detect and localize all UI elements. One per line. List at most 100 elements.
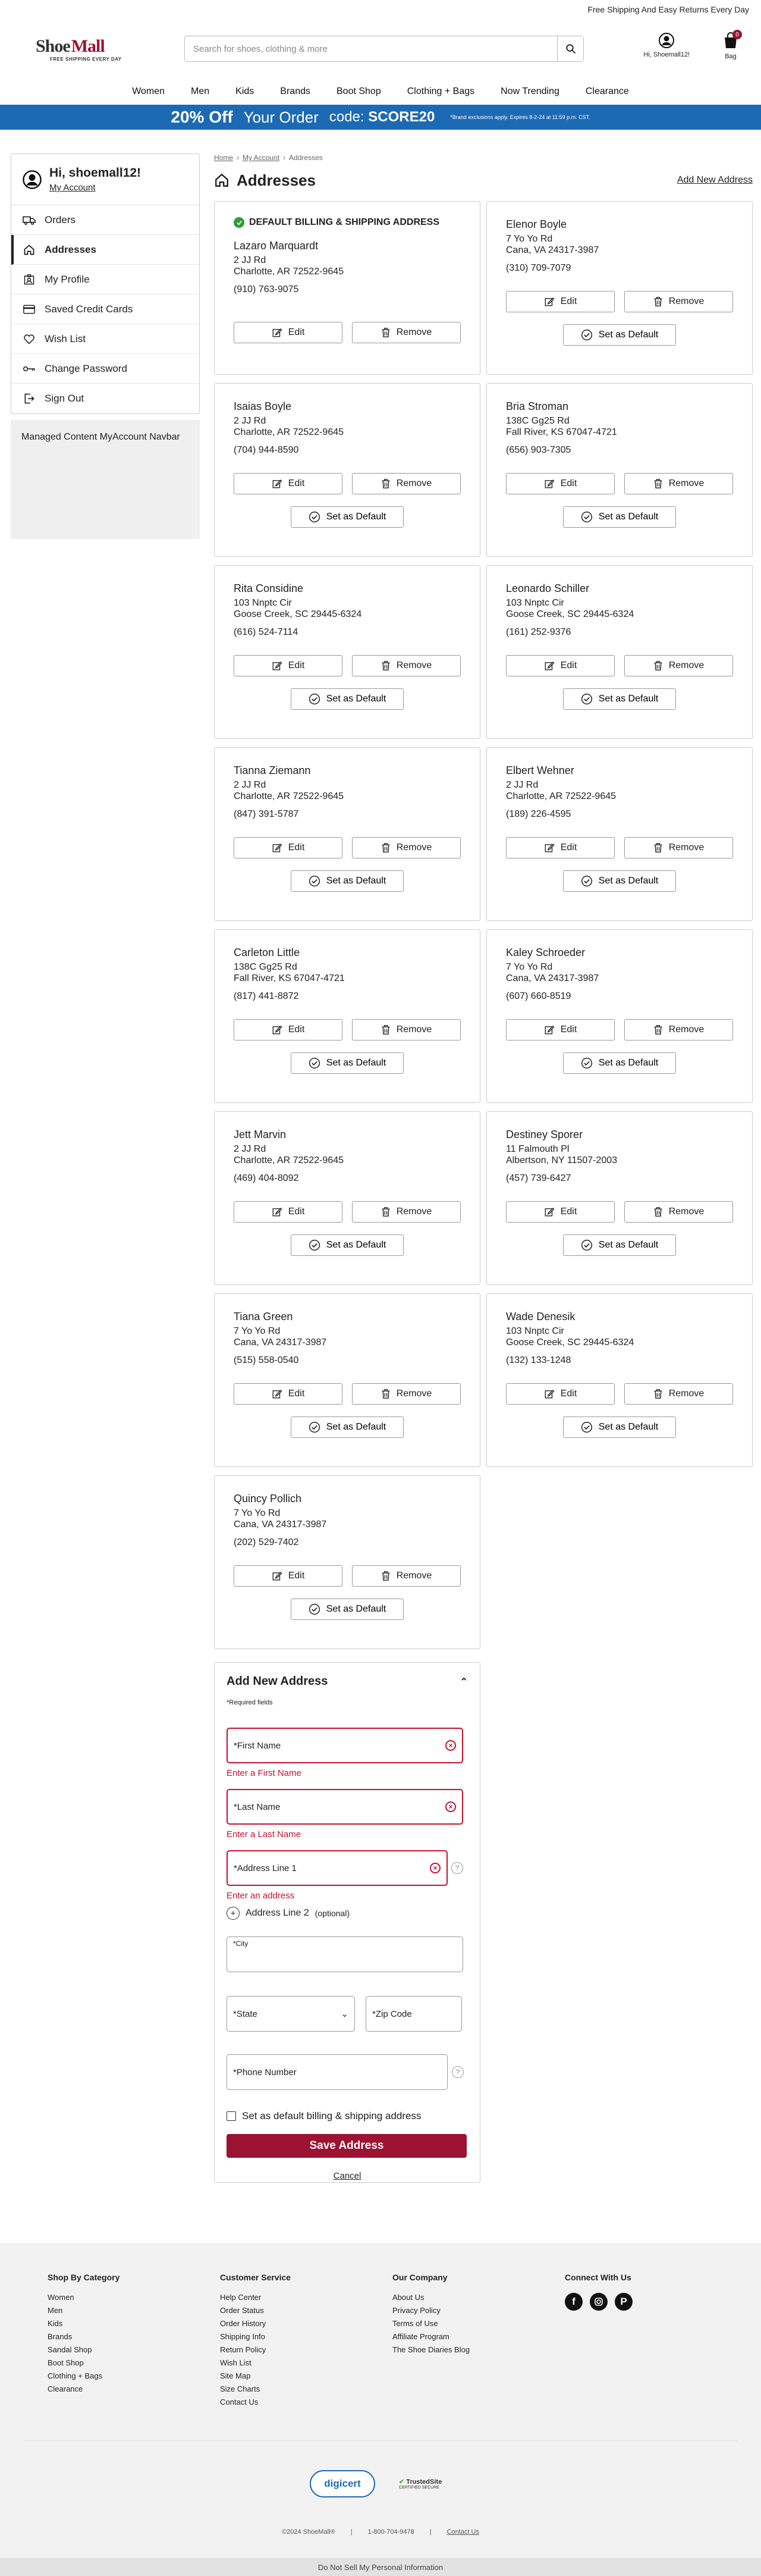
edit-button[interactable]: Edit — [234, 1201, 342, 1223]
digicert-badge[interactable]: digicert — [310, 2470, 375, 2497]
remove-button[interactable]: Remove — [352, 837, 461, 858]
sidebar-item-orders[interactable]: Orders — [11, 205, 199, 235]
footer-link-help-center[interactable]: Help Center — [220, 2293, 392, 2302]
breadcrumb-home[interactable]: Home — [214, 153, 233, 162]
nav-now-trending[interactable]: Now Trending — [488, 86, 573, 97]
set-as-default-button[interactable]: Set as Default — [291, 688, 404, 710]
footer-link-affiliate-program[interactable]: Affiliate Program — [392, 2332, 565, 2341]
edit-button[interactable]: Edit — [506, 1201, 615, 1223]
nav-women[interactable]: Women — [119, 86, 178, 97]
save-address-button[interactable]: Save Address — [227, 2134, 467, 2158]
edit-button[interactable]: Edit — [506, 837, 615, 858]
nav-kids[interactable]: Kids — [222, 86, 267, 97]
zip-field[interactable]: *Zip Code — [366, 1996, 462, 2032]
edit-button[interactable]: Edit — [506, 473, 615, 494]
remove-button[interactable]: Remove — [352, 1383, 461, 1405]
state-select[interactable]: *State ⌄ — [227, 1996, 355, 2032]
search-button[interactable] — [557, 36, 583, 61]
edit-button[interactable]: Edit — [506, 655, 615, 676]
sidebar-item-change-password[interactable]: Change Password — [11, 354, 199, 384]
set-as-default-button[interactable]: Set as Default — [291, 506, 404, 528]
default-address-checkbox[interactable]: Set as default billing & shipping addres… — [227, 2110, 468, 2122]
remove-button[interactable]: Remove — [352, 1201, 461, 1223]
footer-link-order-history[interactable]: Order History — [220, 2319, 392, 2328]
edit-button[interactable]: Edit — [234, 1565, 342, 1587]
footer-link-terms-of-use[interactable]: Terms of Use — [392, 2319, 565, 2328]
shopping-bag[interactable]: 0 Bag — [723, 30, 742, 60]
phone-field[interactable]: *Phone Number ? — [227, 2054, 464, 2090]
nav-clothing-bags[interactable]: Clothing + Bags — [394, 86, 488, 97]
cancel-link[interactable]: Cancel — [227, 2171, 468, 2181]
remove-button[interactable]: Remove — [352, 473, 461, 494]
account-menu[interactable]: Hi, Shoemall12! — [643, 32, 690, 58]
footer-link-brands[interactable]: Brands — [48, 2332, 220, 2341]
set-as-default-button[interactable]: Set as Default — [563, 688, 676, 710]
error-clear-icon[interactable]: × — [445, 1740, 456, 1751]
nav-boot-shop[interactable]: Boot Shop — [323, 86, 394, 97]
my-account-link[interactable]: My Account — [49, 183, 141, 193]
search-input[interactable] — [185, 36, 557, 61]
edit-button[interactable]: Edit — [234, 1019, 342, 1041]
edit-button[interactable]: Edit — [506, 1019, 615, 1041]
remove-button[interactable]: Remove — [624, 655, 733, 676]
footer-link-site-map[interactable]: Site Map — [220, 2371, 392, 2380]
edit-button[interactable]: Edit — [506, 1383, 615, 1405]
add-new-address-link[interactable]: Add New Address — [677, 175, 753, 186]
remove-button[interactable]: Remove — [624, 291, 733, 312]
contact-link[interactable]: Contact Us — [447, 2528, 479, 2536]
promo-banner[interactable]: 20% Off Your Order code: SCORE20 *Brand … — [0, 105, 761, 130]
error-clear-icon[interactable]: × — [445, 1801, 456, 1812]
trustedsite-badge[interactable]: ✔ TrustedSite CERTIFIED SECURE — [394, 2470, 451, 2497]
last-name-field[interactable]: *Last Name × — [227, 1789, 463, 1825]
nav-men[interactable]: Men — [178, 86, 222, 97]
footer-link-about-us[interactable]: About Us — [392, 2293, 565, 2302]
footer-link-kids[interactable]: Kids — [48, 2319, 220, 2328]
instagram-icon[interactable] — [590, 2293, 608, 2311]
edit-button[interactable]: Edit — [234, 655, 342, 676]
add-address-line2[interactable]: + Address Line 2 (optional) — [227, 1907, 468, 1920]
set-as-default-button[interactable]: Set as Default — [563, 506, 676, 528]
nav-brands[interactable]: Brands — [267, 86, 323, 97]
remove-button[interactable]: Remove — [352, 322, 461, 343]
footer-link-boot-shop[interactable]: Boot Shop — [48, 2358, 220, 2367]
address-line1-field[interactable]: *Address Line 1 × ? — [227, 1850, 463, 1886]
checkbox[interactable] — [227, 2111, 236, 2121]
footer-link-order-status[interactable]: Order Status — [220, 2306, 392, 2315]
footer-link-wish-list[interactable]: Wish List — [220, 2358, 392, 2367]
footer-link-women[interactable]: Women — [48, 2293, 220, 2302]
footer-link-privacy-policy[interactable]: Privacy Policy — [392, 2306, 565, 2315]
first-name-field[interactable]: *First Name × — [227, 1728, 463, 1763]
set-as-default-button[interactable]: Set as Default — [563, 1052, 676, 1074]
footer-link-the-shoe-diaries-blog[interactable]: The Shoe Diaries Blog — [392, 2345, 565, 2354]
collapse-chevron-icon[interactable]: ⌃ — [460, 1676, 468, 1688]
set-as-default-button[interactable]: Set as Default — [563, 324, 676, 346]
footer-link-shipping-info[interactable]: Shipping Info — [220, 2332, 392, 2341]
do-not-sell-link[interactable]: Do Not Sell My Personal Information — [0, 2558, 761, 2576]
remove-button[interactable]: Remove — [624, 837, 733, 858]
footer-link-contact-us[interactable]: Contact Us — [220, 2398, 392, 2406]
breadcrumb-my-account[interactable]: My Account — [243, 153, 279, 162]
sidebar-item-saved-credit-cards[interactable]: Saved Credit Cards — [11, 294, 199, 324]
footer-link-clearance[interactable]: Clearance — [48, 2384, 220, 2393]
set-as-default-button[interactable]: Set as Default — [291, 1234, 404, 1256]
set-as-default-button[interactable]: Set as Default — [563, 870, 676, 892]
help-icon[interactable]: ? — [452, 2066, 464, 2078]
error-clear-icon[interactable]: × — [430, 1863, 441, 1873]
sidebar-item-my-profile[interactable]: My Profile — [11, 265, 199, 294]
remove-button[interactable]: Remove — [624, 1383, 733, 1405]
set-as-default-button[interactable]: Set as Default — [291, 1599, 404, 1620]
set-as-default-button[interactable]: Set as Default — [563, 1234, 676, 1256]
edit-button[interactable]: Edit — [234, 322, 342, 343]
help-icon[interactable]: ? — [451, 1862, 463, 1874]
remove-button[interactable]: Remove — [624, 1019, 733, 1041]
pinterest-icon[interactable]: P — [615, 2293, 633, 2311]
footer-link-clothing-bags[interactable]: Clothing + Bags — [48, 2371, 220, 2380]
edit-button[interactable]: Edit — [234, 473, 342, 494]
edit-button[interactable]: Edit — [234, 837, 342, 858]
sidebar-item-wish-list[interactable]: Wish List — [11, 324, 199, 354]
remove-button[interactable]: Remove — [624, 1201, 733, 1223]
sidebar-item-addresses[interactable]: Addresses — [11, 235, 199, 265]
remove-button[interactable]: Remove — [352, 1565, 461, 1587]
footer-link-men[interactable]: Men — [48, 2306, 220, 2315]
city-field[interactable]: *City — [227, 1936, 463, 1972]
